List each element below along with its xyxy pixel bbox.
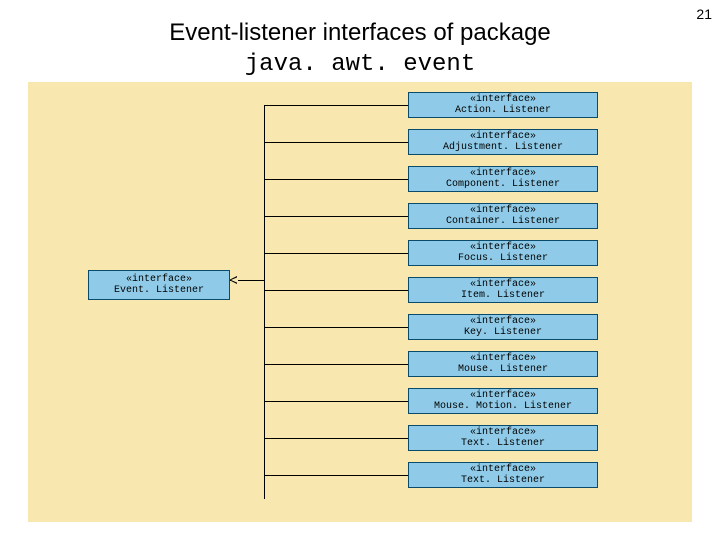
child-interface-box: «interface»Text. Listener xyxy=(408,462,598,488)
stereotype-label: «interface» xyxy=(89,274,229,286)
child-interface-label: Adjustment. Listener xyxy=(409,142,597,154)
child-interface-box: «interface»Adjustment. Listener xyxy=(408,129,598,155)
stereotype-label: «interface» xyxy=(409,427,597,439)
connector-trunk xyxy=(264,105,265,499)
page-number: 21 xyxy=(696,6,712,22)
stereotype-label: «interface» xyxy=(409,205,597,217)
child-interface-box: «interface»Focus. Listener xyxy=(408,240,598,266)
connector-branch xyxy=(264,327,408,328)
connector-branch xyxy=(264,401,408,402)
child-interface-label: Action. Listener xyxy=(409,105,597,117)
child-interface-label: Focus. Listener xyxy=(409,253,597,265)
stereotype-label: «interface» xyxy=(409,316,597,328)
connector-branch xyxy=(264,364,408,365)
connector-branch xyxy=(264,438,408,439)
connector-branch xyxy=(264,105,408,106)
child-interface-box: «interface»Container. Listener xyxy=(408,203,598,229)
child-interface-box: «interface»Item. Listener xyxy=(408,277,598,303)
child-interface-box: «interface»Action. Listener xyxy=(408,92,598,118)
stereotype-label: «interface» xyxy=(409,464,597,476)
title-line-1: Event-listener interfaces of package xyxy=(169,19,551,46)
stereotype-label: «interface» xyxy=(409,242,597,254)
connector-branch xyxy=(264,290,408,291)
connector-branch xyxy=(264,142,408,143)
stereotype-label: «interface» xyxy=(409,279,597,291)
child-interface-label: Mouse. Listener xyxy=(409,364,597,376)
stereotype-label: «interface» xyxy=(409,131,597,143)
connector-branch xyxy=(264,253,408,254)
child-interface-box: «interface»Key. Listener xyxy=(408,314,598,340)
child-interface-box: «interface»Mouse. Motion. Listener xyxy=(408,388,598,414)
root-interface-box: «interface» Event. Listener xyxy=(88,270,230,300)
child-interface-box: «interface»Text. Listener xyxy=(408,425,598,451)
root-interface-label: Event. Listener xyxy=(89,285,229,297)
stereotype-label: «interface» xyxy=(409,390,597,402)
child-interface-label: Component. Listener xyxy=(409,179,597,191)
diagram-canvas: «interface» Event. Listener «interface»A… xyxy=(28,82,692,522)
child-interface-label: Mouse. Motion. Listener xyxy=(409,401,597,413)
child-interface-label: Container. Listener xyxy=(409,216,597,228)
generalization-arrow xyxy=(230,280,264,281)
child-interface-box: «interface»Mouse. Listener xyxy=(408,351,598,377)
stereotype-label: «interface» xyxy=(409,94,597,106)
child-interface-label: Text. Listener xyxy=(409,475,597,487)
connector-branch xyxy=(264,475,408,476)
child-interface-label: Key. Listener xyxy=(409,327,597,339)
page-title: Event-listener interfaces of package jav… xyxy=(0,0,720,80)
connector-branch xyxy=(264,179,408,180)
title-line-2: java. awt. event xyxy=(245,51,475,78)
child-interface-label: Item. Listener xyxy=(409,290,597,302)
child-interface-label: Text. Listener xyxy=(409,438,597,450)
child-interface-box: «interface»Component. Listener xyxy=(408,166,598,192)
connector-branch xyxy=(264,216,408,217)
stereotype-label: «interface» xyxy=(409,168,597,180)
stereotype-label: «interface» xyxy=(409,353,597,365)
